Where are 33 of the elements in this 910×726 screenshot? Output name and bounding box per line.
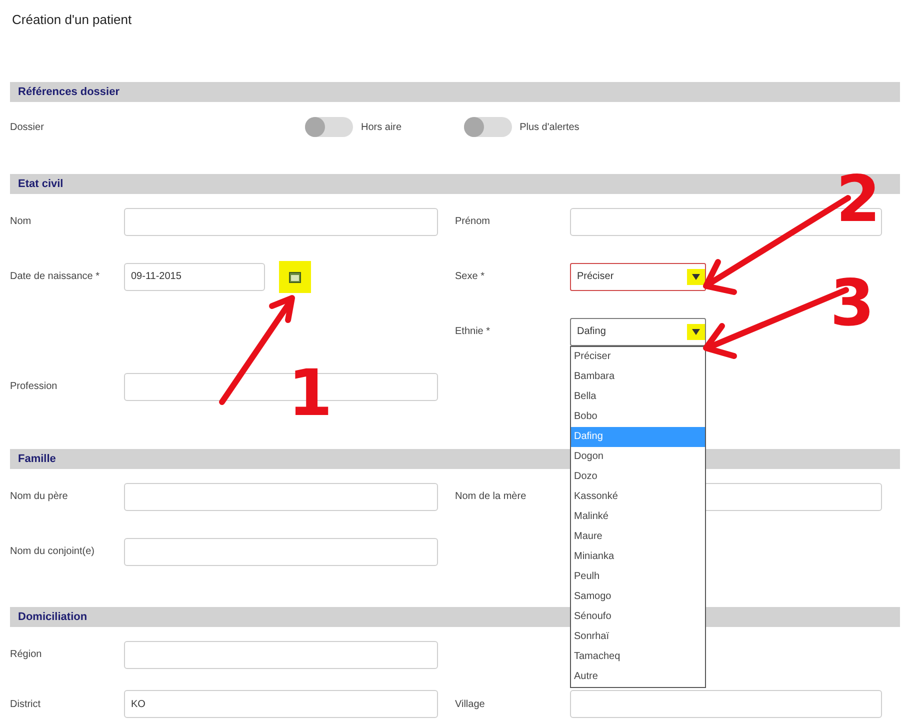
text-field[interactable]	[570, 690, 882, 718]
field-label: Prénom	[455, 216, 492, 227]
toggle-label: Plus d'alertes	[520, 122, 580, 132]
text-field[interactable]	[124, 640, 438, 668]
text-field[interactable]	[124, 538, 438, 566]
field-label: Nom du conjoint(e)	[10, 546, 96, 557]
field-label: Village	[455, 698, 486, 710]
caret-icon	[692, 274, 700, 280]
toggle-switch[interactable]	[464, 117, 512, 137]
field-label: District	[10, 698, 42, 710]
caret-icon	[692, 328, 700, 334]
annotation-number: 3	[830, 272, 875, 336]
toggle-switch[interactable]	[305, 117, 353, 137]
dropdown-select[interactable]: Dafing	[570, 318, 706, 346]
text-field[interactable]	[124, 208, 438, 236]
dropdown-select[interactable]: Préciser	[570, 262, 706, 290]
field-label: Dossier	[10, 122, 45, 132]
text-field[interactable]	[124, 482, 438, 510]
page-title: Création d'un patient	[12, 12, 133, 29]
toggle-label: Hors aire	[361, 122, 402, 132]
field-label: Nom de la mère	[455, 491, 528, 502]
section-header: Références dossier	[10, 82, 900, 102]
field-label: Nom du père	[10, 491, 69, 502]
field-label: Région	[10, 649, 43, 660]
field-label: Date de naissance *	[10, 271, 101, 282]
field-label: Profession	[10, 381, 58, 392]
annotation-number: 1	[288, 362, 333, 426]
date-field[interactable]: 09-11-2015	[124, 262, 265, 290]
field-label: Nom	[10, 216, 32, 227]
calendar-icon[interactable]	[289, 270, 301, 282]
field-label: Ethnie *	[455, 326, 492, 337]
text-field[interactable]: KO	[124, 690, 438, 718]
field-label: Sexe *	[455, 271, 486, 282]
